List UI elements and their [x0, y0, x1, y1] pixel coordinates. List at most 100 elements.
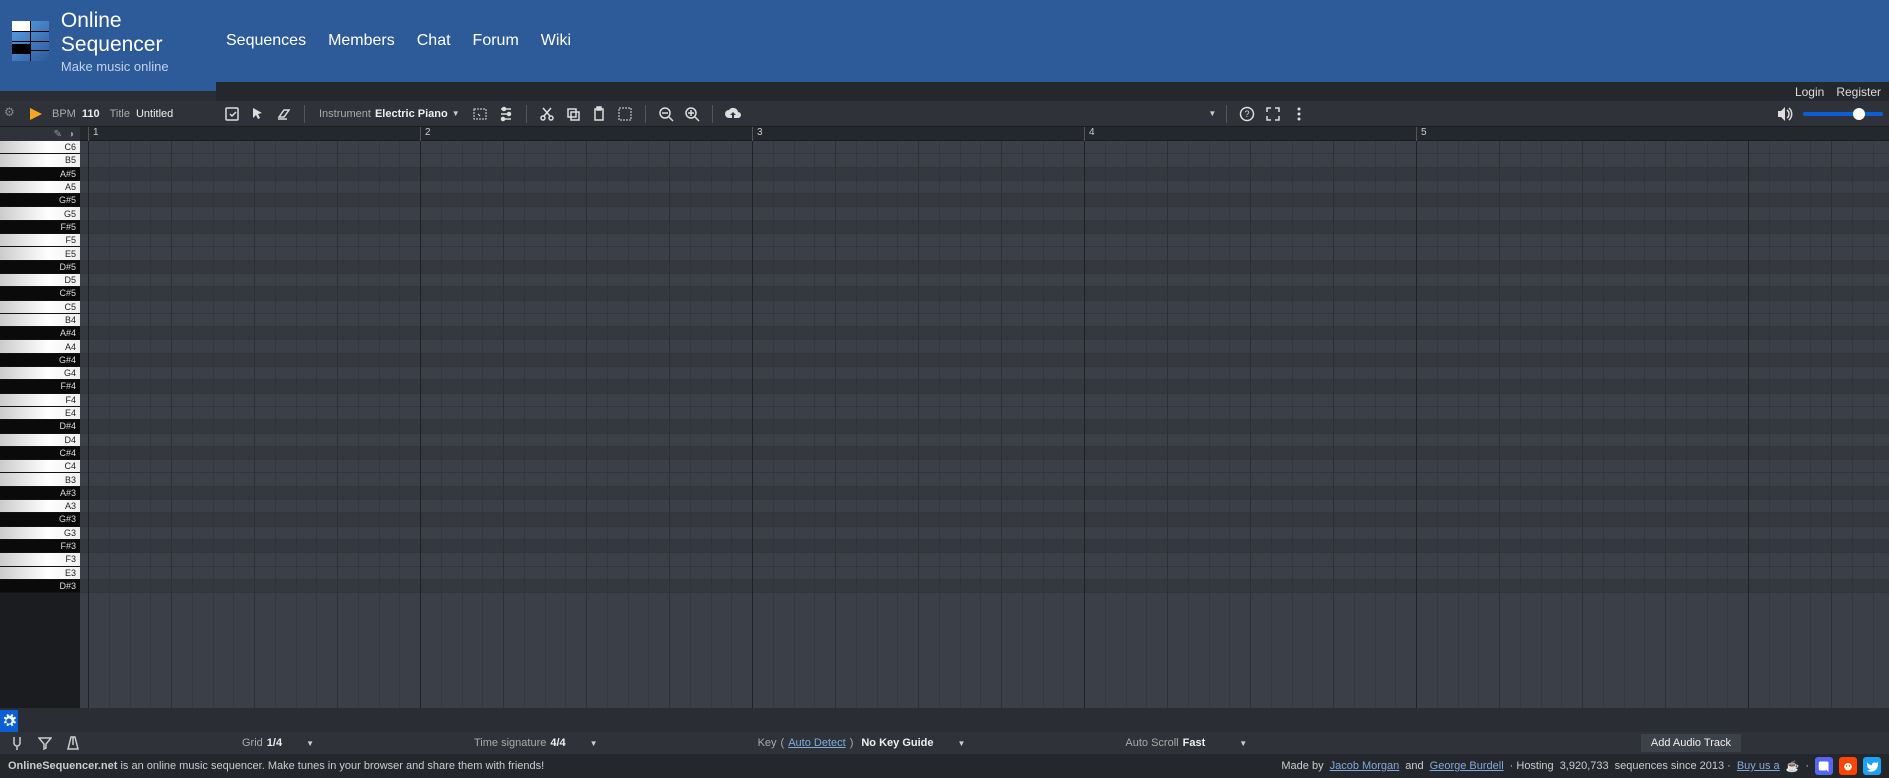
- piano-key[interactable]: C#4: [0, 447, 80, 460]
- ruler[interactable]: 12345: [80, 127, 1889, 141]
- grid-row[interactable]: [80, 434, 1889, 447]
- fullscreen-icon[interactable]: [1263, 104, 1283, 124]
- grid-row[interactable]: [80, 234, 1889, 247]
- grid-row[interactable]: [80, 154, 1889, 167]
- sliders-icon[interactable]: [496, 104, 516, 124]
- instrument-select[interactable]: Instrument Electric Piano ▼: [315, 108, 464, 120]
- author1-link[interactable]: Jacob Morgan: [1330, 760, 1400, 772]
- piano-key[interactable]: E4: [0, 407, 80, 420]
- piano-key[interactable]: C5: [0, 301, 80, 314]
- select-icon[interactable]: [615, 104, 635, 124]
- piano-key[interactable]: C6: [0, 141, 80, 154]
- piano-key[interactable]: F#3: [0, 540, 80, 553]
- paste-icon[interactable]: [589, 104, 609, 124]
- volume-icon[interactable]: [1775, 104, 1795, 124]
- discord-icon[interactable]: [1815, 757, 1833, 775]
- piano-key[interactable]: B4: [0, 314, 80, 327]
- pointer-icon[interactable]: [248, 104, 268, 124]
- grid-row[interactable]: [80, 460, 1889, 473]
- grid-row[interactable]: [80, 340, 1889, 353]
- add-audio-track-button[interactable]: Add Audio Track: [1641, 734, 1741, 752]
- piano-key[interactable]: A#5: [0, 168, 80, 181]
- grid-row[interactable]: [80, 420, 1889, 433]
- edit-icon[interactable]: [222, 104, 242, 124]
- grid-row[interactable]: [80, 221, 1889, 234]
- pencil-icon[interactable]: ✎: [54, 129, 62, 140]
- nav-wiki[interactable]: Wiki: [541, 32, 571, 50]
- buy-coffee-link[interactable]: Buy us a: [1737, 760, 1780, 772]
- grid-row[interactable]: [80, 567, 1889, 580]
- grid-row[interactable]: [80, 513, 1889, 526]
- grid-row[interactable]: [80, 261, 1889, 274]
- chevron-down-icon[interactable]: ▼: [1208, 109, 1216, 118]
- stop-marker-icon[interactable]: ◑: [68, 129, 74, 140]
- piano-key[interactable]: F3: [0, 553, 80, 566]
- piano-key[interactable]: E3: [0, 567, 80, 580]
- filter-icon[interactable]: [36, 734, 54, 752]
- piano-key[interactable]: C4: [0, 460, 80, 473]
- piano-key[interactable]: B3: [0, 473, 80, 486]
- register-link[interactable]: Register: [1836, 85, 1881, 99]
- help-icon[interactable]: ?: [1237, 104, 1257, 124]
- piano-key[interactable]: F#5: [0, 221, 80, 234]
- piano-key[interactable]: G#5: [0, 194, 80, 207]
- gear-icon[interactable]: ⚙: [4, 105, 15, 119]
- auto-detect-link[interactable]: Auto Detect: [788, 737, 845, 749]
- piano-key[interactable]: C#5: [0, 287, 80, 300]
- nav-members[interactable]: Members: [328, 32, 395, 50]
- piano-key[interactable]: A5: [0, 181, 80, 194]
- nav-sequences[interactable]: Sequences: [226, 32, 306, 50]
- grid-row[interactable]: [80, 487, 1889, 500]
- twitter-icon[interactable]: [1863, 757, 1881, 775]
- piano-key[interactable]: A3: [0, 500, 80, 513]
- logo-block[interactable]: Online Sequencer Make music online: [0, 0, 216, 91]
- grid-row[interactable]: [80, 274, 1889, 287]
- note-grid[interactable]: [80, 141, 1889, 708]
- grid-row[interactable]: [80, 168, 1889, 181]
- piano-key[interactable]: G3: [0, 527, 80, 540]
- title-input[interactable]: [136, 108, 216, 120]
- reddit-icon[interactable]: [1839, 757, 1857, 775]
- play-button[interactable]: [26, 104, 46, 124]
- time-signature-select[interactable]: Time signature 4/4 ▼: [474, 737, 598, 749]
- nav-forum[interactable]: Forum: [473, 32, 519, 50]
- piano-key[interactable]: D#3: [0, 580, 80, 593]
- more-icon[interactable]: [1289, 104, 1309, 124]
- piano-key[interactable]: G#4: [0, 354, 80, 367]
- cut-icon[interactable]: [537, 104, 557, 124]
- save-cloud-icon[interactable]: [723, 104, 743, 124]
- grid-row[interactable]: [80, 580, 1889, 593]
- grid-row[interactable]: [80, 314, 1889, 327]
- piano-key[interactable]: D#4: [0, 420, 80, 433]
- piano-key[interactable]: E5: [0, 247, 80, 260]
- grid-row[interactable]: [80, 380, 1889, 393]
- grid-select[interactable]: Grid 1/4 ▼: [242, 737, 314, 749]
- piano-key[interactable]: B5: [0, 154, 80, 167]
- tuning-fork-icon[interactable]: [8, 734, 26, 752]
- grid-row[interactable]: [80, 473, 1889, 486]
- piano-key[interactable]: G5: [0, 207, 80, 220]
- nav-chat[interactable]: Chat: [417, 32, 451, 50]
- grid-row[interactable]: [80, 301, 1889, 314]
- piano-key[interactable]: D#5: [0, 261, 80, 274]
- grid-row[interactable]: [80, 527, 1889, 540]
- grid-row[interactable]: [80, 287, 1889, 300]
- grid-row[interactable]: [80, 247, 1889, 260]
- lock-instrument-icon[interactable]: [470, 104, 490, 124]
- piano-key[interactable]: G#3: [0, 513, 80, 526]
- piano-key[interactable]: D4: [0, 434, 80, 447]
- copy-icon[interactable]: [563, 104, 583, 124]
- piano-key[interactable]: A4: [0, 340, 80, 353]
- login-link[interactable]: Login: [1795, 85, 1824, 99]
- key-select[interactable]: Key (Auto Detect) No Key Guide ▼: [758, 737, 966, 749]
- zoom-in-icon[interactable]: [682, 104, 702, 124]
- grid-row[interactable]: [80, 194, 1889, 207]
- piano-key[interactable]: A#4: [0, 327, 80, 340]
- bpm-value[interactable]: 110: [82, 108, 100, 120]
- grid-row[interactable]: [80, 500, 1889, 513]
- grid-row[interactable]: [80, 354, 1889, 367]
- grid-row[interactable]: [80, 540, 1889, 553]
- piano-key[interactable]: F#4: [0, 380, 80, 393]
- grid-row[interactable]: [80, 327, 1889, 340]
- author2-link[interactable]: George Burdell: [1430, 760, 1504, 772]
